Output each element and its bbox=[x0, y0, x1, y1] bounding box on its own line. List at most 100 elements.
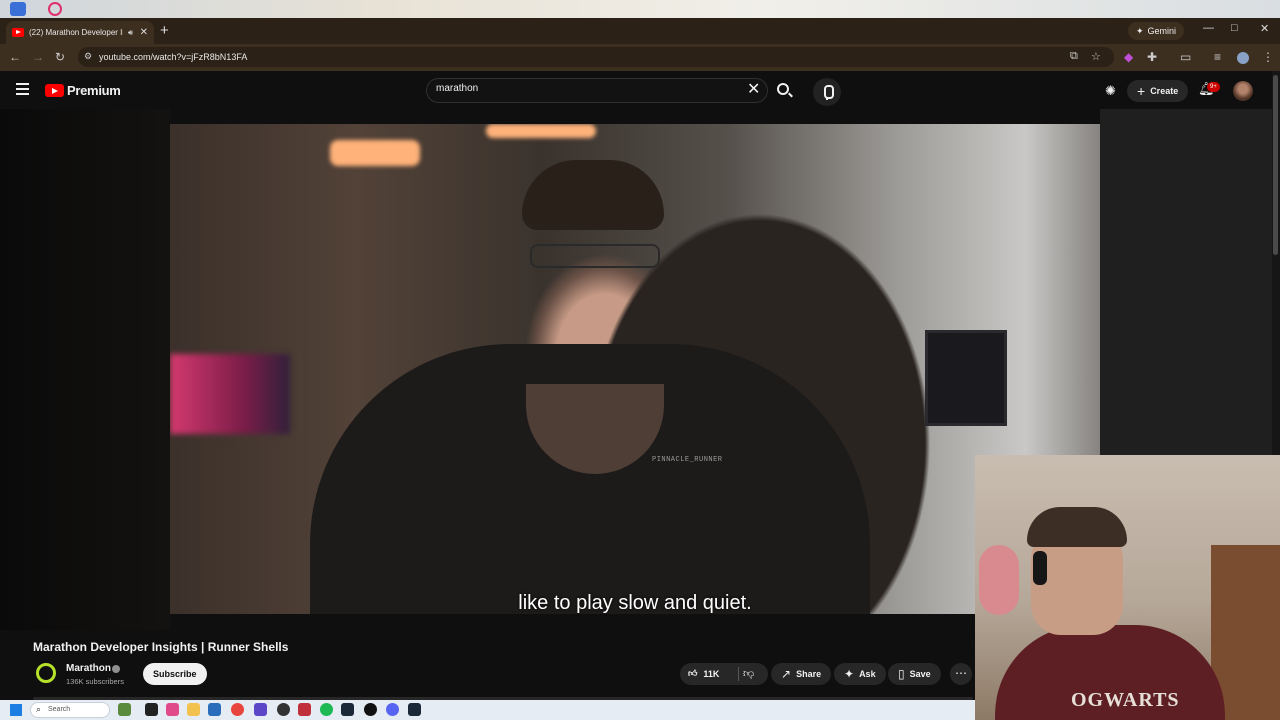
taskbar-app-icon[interactable] bbox=[364, 703, 377, 716]
like-button[interactable]: 👍︎ 11K bbox=[688, 668, 719, 679]
streamer-hair bbox=[1027, 507, 1127, 547]
channel-name[interactable]: Marathon bbox=[66, 663, 111, 674]
streamer-shirt-text: OGWARTS bbox=[1071, 689, 1180, 711]
pink-monitor-glow bbox=[170, 354, 290, 434]
search-icon[interactable] bbox=[777, 83, 789, 95]
steam-icon[interactable] bbox=[408, 703, 421, 716]
save-button[interactable]: ▯ Save bbox=[888, 663, 941, 685]
gemini-label: Gemini bbox=[1147, 26, 1177, 36]
ambient-backdrop bbox=[0, 109, 170, 630]
account-avatar[interactable] bbox=[1233, 81, 1253, 101]
subscriber-count: 136K subscribers bbox=[66, 677, 124, 686]
sparkle-icon: ✦ bbox=[1136, 25, 1144, 36]
headset-icon bbox=[1033, 551, 1047, 585]
plush-toy bbox=[979, 545, 1019, 615]
notification-badge: 9+ bbox=[1207, 82, 1220, 92]
bookmark-icon: ▯ bbox=[898, 667, 905, 681]
speaker-hair bbox=[522, 160, 664, 230]
like-count: 11K bbox=[703, 668, 720, 679]
logo-label: Premium bbox=[67, 83, 121, 98]
windows-taskbar: Search bbox=[0, 700, 975, 720]
bookmark-star-icon[interactable]: ☆ bbox=[1091, 50, 1101, 63]
taskbar-app-icon[interactable] bbox=[298, 703, 311, 716]
extension-icon[interactable]: ◆ bbox=[1124, 50, 1133, 64]
ask-button[interactable]: ✦ Ask bbox=[834, 663, 886, 685]
reload-icon[interactable]: ↻ bbox=[55, 50, 65, 64]
taskbar-app-icon[interactable] bbox=[118, 703, 131, 716]
desktop-app-icon[interactable] bbox=[48, 2, 62, 16]
windows-start-icon[interactable] bbox=[10, 704, 22, 716]
share-label: Share bbox=[796, 669, 822, 679]
youtube-logo[interactable]: Premium bbox=[45, 83, 121, 98]
discord-icon[interactable] bbox=[386, 703, 399, 716]
verified-check-icon bbox=[112, 665, 120, 673]
address-bar[interactable]: ⚙ youtube.com/watch?v=jFzR8bN13FA ⧉ ☆ bbox=[78, 47, 1114, 67]
site-info-icon[interactable]: ⚙ bbox=[84, 51, 92, 62]
taskbar-search-box[interactable]: Search bbox=[30, 702, 110, 718]
speaker-glasses bbox=[530, 244, 660, 268]
taskbar-app-icon[interactable] bbox=[145, 703, 158, 716]
share-button[interactable]: ↗ Share bbox=[771, 663, 832, 685]
profile-avatar-icon[interactable] bbox=[1237, 52, 1249, 64]
right-panel-placeholder bbox=[1100, 109, 1272, 455]
ask-label: Ask bbox=[859, 669, 876, 679]
browser-tab[interactable]: (22) Marathon Developer Insights | Runne… bbox=[6, 21, 154, 44]
taskbar-app-icon[interactable] bbox=[208, 703, 221, 716]
maximize-button[interactable]: □ bbox=[1231, 22, 1238, 34]
youtube-favicon-icon bbox=[12, 28, 24, 37]
ceiling-lamp bbox=[330, 140, 420, 166]
search-box[interactable] bbox=[426, 78, 768, 103]
tab-title: (22) Marathon Developer Insights | Runne… bbox=[29, 28, 123, 37]
minimize-button[interactable]: — bbox=[1203, 22, 1214, 34]
new-tab-plus-icon[interactable]: + bbox=[160, 22, 169, 39]
gemini-sparkle-icon[interactable]: ✺ bbox=[1105, 83, 1116, 99]
video-title: Marathon Developer Insights | Runner She… bbox=[33, 640, 289, 654]
speaker-icon[interactable]: 🔊︎ bbox=[128, 28, 133, 38]
background-monitor bbox=[925, 330, 1007, 426]
thumbs-down-icon[interactable]: 👎︎ bbox=[743, 667, 754, 680]
side-panel-icon[interactable]: ▭ bbox=[1180, 50, 1191, 64]
desktop-app-icon[interactable] bbox=[10, 2, 26, 16]
url-text: youtube.com/watch?v=jFzR8bN13FA bbox=[99, 52, 248, 62]
more-actions-icon[interactable]: ⋯ bbox=[950, 663, 972, 685]
browser-tab-bar: (22) Marathon Developer Insights | Runne… bbox=[0, 18, 1280, 44]
desktop-strip bbox=[0, 0, 1280, 18]
hamburger-menu-icon[interactable] bbox=[16, 83, 29, 95]
video-player[interactable]: PINNACLE_RUNNER bbox=[170, 124, 1100, 614]
create-button[interactable]: + Create bbox=[1127, 80, 1189, 102]
video-metadata: Marathon Developer Insights | Runner She… bbox=[0, 630, 975, 700]
youtube-play-icon bbox=[45, 84, 64, 97]
chrome-icon[interactable] bbox=[231, 703, 244, 716]
save-label: Save bbox=[909, 669, 931, 679]
channel-avatar[interactable] bbox=[36, 663, 56, 683]
create-label: Create bbox=[1150, 86, 1179, 96]
file-explorer-icon[interactable] bbox=[187, 703, 200, 716]
taskbar-app-icon[interactable] bbox=[254, 703, 267, 716]
video-caption: like to play slow and quiet. bbox=[518, 592, 752, 614]
taskbar-app-icon[interactable] bbox=[166, 703, 179, 716]
forward-arrow-icon[interactable]: → bbox=[32, 50, 44, 64]
subscribe-button[interactable]: Subscribe bbox=[143, 663, 207, 685]
clear-search-icon[interactable]: ✕ bbox=[747, 79, 760, 99]
sparkle-icon: ✦ bbox=[844, 667, 855, 681]
webcam-overlay: OGWARTS bbox=[975, 455, 1280, 720]
install-icon[interactable]: ⧉ bbox=[1070, 50, 1078, 63]
media-control-icon[interactable]: ≡ bbox=[1214, 50, 1221, 64]
close-icon[interactable]: ✕ bbox=[140, 27, 148, 38]
spotify-icon[interactable] bbox=[320, 703, 333, 716]
taskbar-app-icon[interactable] bbox=[277, 703, 290, 716]
browser-menu-icon[interactable]: ⋮ bbox=[1262, 50, 1274, 64]
window-close-button[interactable]: ✕ bbox=[1260, 22, 1269, 35]
browser-toolbar: ← → ↻ ⚙ youtube.com/watch?v=jFzR8bN13FA … bbox=[0, 44, 1280, 71]
steam-icon[interactable] bbox=[341, 703, 354, 716]
microphone-icon[interactable] bbox=[813, 78, 841, 106]
puzzle-extensions-icon[interactable]: ✚ bbox=[1147, 50, 1157, 64]
search-input[interactable] bbox=[436, 83, 736, 94]
shirt-logo-text: PINNACLE_RUNNER bbox=[652, 456, 723, 464]
thumbs-up-icon: 👍︎ bbox=[688, 668, 698, 678]
gemini-button[interactable]: ✦ Gemini bbox=[1128, 22, 1185, 40]
back-arrow-icon[interactable]: ← bbox=[9, 50, 21, 64]
youtube-header: Premium ✕ ✺ + Create 🔔︎ bbox=[0, 71, 1280, 109]
divider bbox=[738, 667, 739, 681]
scrollbar-thumb[interactable] bbox=[1273, 75, 1278, 255]
